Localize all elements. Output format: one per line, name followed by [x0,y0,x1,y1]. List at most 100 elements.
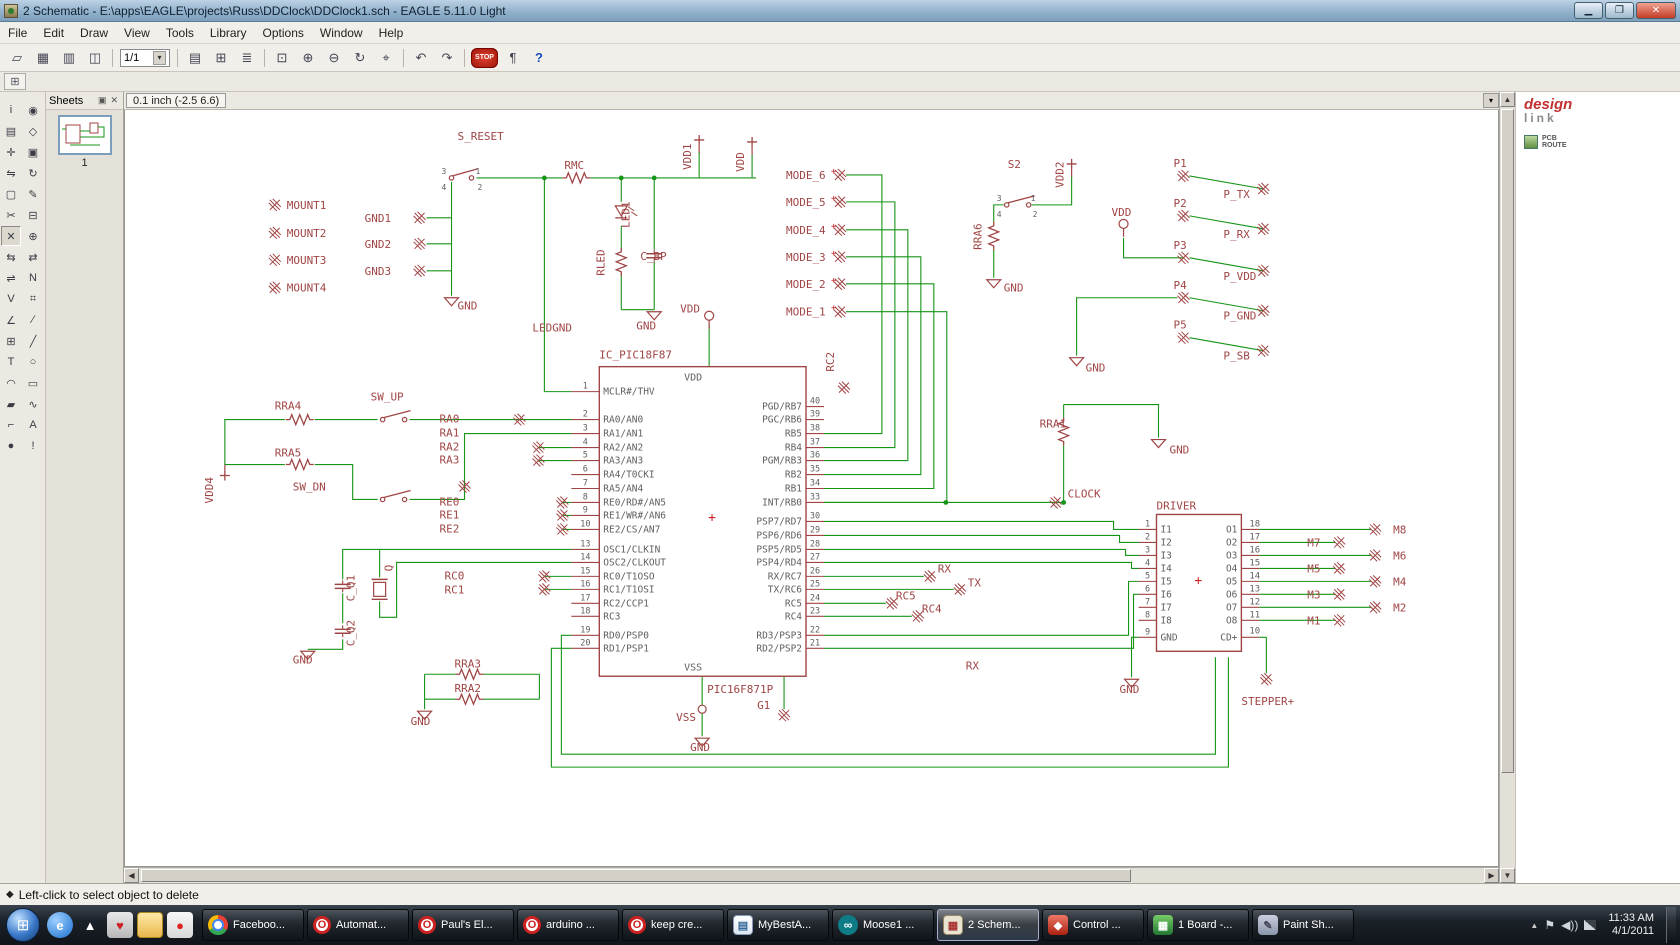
tool-rotate[interactable]: ↻ [23,163,43,183]
scroll-down-icon[interactable]: ▼ [1500,868,1515,883]
tool-net[interactable]: ⌐ [1,415,21,435]
layers-button[interactable]: ≣ [235,47,259,69]
tool-paste[interactable]: ⊟ [23,205,43,225]
zoom-redraw-button[interactable]: ↻ [348,47,372,69]
taskbar-window-faceboo-[interactable]: Faceboo... [202,909,304,941]
scroll-right-icon[interactable]: ▶ [1484,868,1499,883]
menu-draw[interactable]: Draw [72,23,116,43]
grid-toggle-button[interactable]: ⊞ [4,73,26,90]
redo-button[interactable]: ↷ [435,47,459,69]
minimize-button[interactable]: ▁ [1574,2,1603,19]
pin-panel-icon[interactable]: ▣ [96,95,109,106]
menu-window[interactable]: Window [312,23,371,43]
taskbar-window-2-schem-[interactable]: ▦2 Schem... [937,909,1039,941]
horizontal-scrollbar[interactable]: ◀ ▶ [124,867,1499,883]
taskbar-window-moose1-[interactable]: ∞Moose1 ... [832,909,934,941]
scroll-up-icon[interactable]: ▲ [1500,92,1515,107]
tool-change[interactable]: ✎ [23,184,43,204]
tool-polygon[interactable]: ▰ [1,394,21,414]
taskbar-window-automat-[interactable]: OAutomat... [307,909,409,941]
tool-text[interactable]: T [1,352,21,372]
help-button[interactable]: ? [527,47,551,69]
grid-button[interactable]: ⊞ [209,47,233,69]
tool-cut[interactable]: ✂ [1,205,21,225]
taskbar-window-control-[interactable]: ◆Control ... [1042,909,1144,941]
tool-info[interactable]: i [1,100,21,120]
menu-file[interactable]: File [0,23,35,43]
print-button[interactable]: ▥ [57,47,81,69]
schematic-canvas[interactable]: 1MCLR#/THV2RA0/AN03RA1/AN14RA2/AN25RA3/A… [124,110,1499,867]
zoom-in-button[interactable]: ⊕ [296,47,320,69]
tool-miter[interactable]: ∠ [1,310,21,330]
tool-wire[interactable]: ╱ [23,331,43,351]
show-desktop-button[interactable] [1666,907,1676,943]
menu-view[interactable]: View [116,23,158,43]
library-button[interactable]: ▤ [183,47,207,69]
tool-split[interactable]: ∕ [23,310,43,330]
menu-options[interactable]: Options [255,23,312,43]
tool-show[interactable]: ◉ [23,100,43,120]
tool-invoke[interactable]: ⊞ [1,331,21,351]
zoom-fit-button[interactable]: ⊡ [270,47,294,69]
tool-rect[interactable]: ▭ [23,373,43,393]
tool-circle[interactable]: ○ [23,352,43,372]
network-icon[interactable] [1584,920,1596,930]
menu-help[interactable]: Help [371,23,412,43]
open-button[interactable]: ▱ [5,47,29,69]
script-button[interactable]: ¶ [501,47,525,69]
tool-pinswap[interactable]: ⇆ [1,247,21,267]
internet-quicklaunch-icon[interactable]: e [47,912,73,938]
zoom-select-button[interactable]: ⌖ [374,47,398,69]
taskbar-window-arduino-[interactable]: Oarduino ... [517,909,619,941]
sheet-thumbnail[interactable] [58,115,112,155]
tool-errors[interactable]: ! [23,436,43,456]
tray-expand-icon[interactable]: ▲ [1530,921,1538,930]
tool-group[interactable]: ▢ [1,184,21,204]
tool-add[interactable]: ⊕ [23,226,43,246]
tool-delete[interactable]: ✕ [1,226,21,246]
tool-junction[interactable]: ● [1,436,21,456]
tool-label[interactable]: A [23,415,43,435]
taskbar-window-keep-cre-[interactable]: Okeep cre... [622,909,724,941]
chevron-down-icon[interactable]: ▾ [153,51,166,65]
undo-button[interactable]: ↶ [409,47,433,69]
menu-library[interactable]: Library [202,23,255,43]
flag-icon[interactable]: ⚑ [1544,918,1555,932]
taskbar-window-mybesta-[interactable]: ▤MyBestA... [727,909,829,941]
taskbar-window-paul-s-el-[interactable]: OPaul's El... [412,909,514,941]
notes-quicklaunch-icon[interactable]: ● [167,912,193,938]
explorer-quicklaunch-icon[interactable] [137,912,163,938]
horizontal-scroll-thumb[interactable] [141,869,1131,882]
sheet-selector-dropdown[interactable]: 1/1▾ [120,49,170,67]
tool-smash[interactable]: ⌗ [23,289,43,309]
media-player-quicklaunch-icon[interactable]: ▲ [77,912,103,938]
vertical-scrollbar[interactable]: ▲ ▼ [1499,92,1515,883]
start-button[interactable]: ⊞ [6,908,40,942]
tool-mirror[interactable]: ⇋ [1,163,21,183]
maximize-button[interactable]: ❐ [1605,2,1634,19]
tool-move[interactable]: ✛ [1,142,21,162]
volume-icon[interactable]: ◀)) [1561,918,1578,932]
tool-value[interactable]: V [1,289,21,309]
taskbar-clock[interactable]: 11:33 AM 4/1/2011 [1602,912,1660,938]
tool-name[interactable]: N [23,268,43,288]
tool-replace[interactable]: ⇄ [23,247,43,267]
tool-arc[interactable]: ◠ [1,373,21,393]
menu-tools[interactable]: Tools [158,23,202,43]
tool-mark[interactable]: ◇ [23,121,43,141]
zoom-out-button[interactable]: ⊖ [322,47,346,69]
taskbar-window-paint-sh-[interactable]: ✎Paint Sh... [1252,909,1354,941]
save-button[interactable]: ▦ [31,47,55,69]
close-button[interactable]: ✕ [1636,2,1676,19]
chevron-down-icon[interactable]: ▾ [1483,93,1499,108]
close-panel-icon[interactable]: ✕ [108,95,120,106]
stop-button[interactable]: STOP [471,48,498,68]
tool-copy[interactable]: ▣ [23,142,43,162]
menu-edit[interactable]: Edit [35,23,72,43]
tool-bus[interactable]: ∿ [23,394,43,414]
tool-display[interactable]: ▤ [1,121,21,141]
cam-export-button[interactable]: ◫ [83,47,107,69]
taskbar-window-1-board-[interactable]: ▦1 Board -... [1147,909,1249,941]
music-quicklaunch-icon[interactable]: ♥ [107,912,133,938]
tool-gateswap[interactable]: ⇌ [1,268,21,288]
